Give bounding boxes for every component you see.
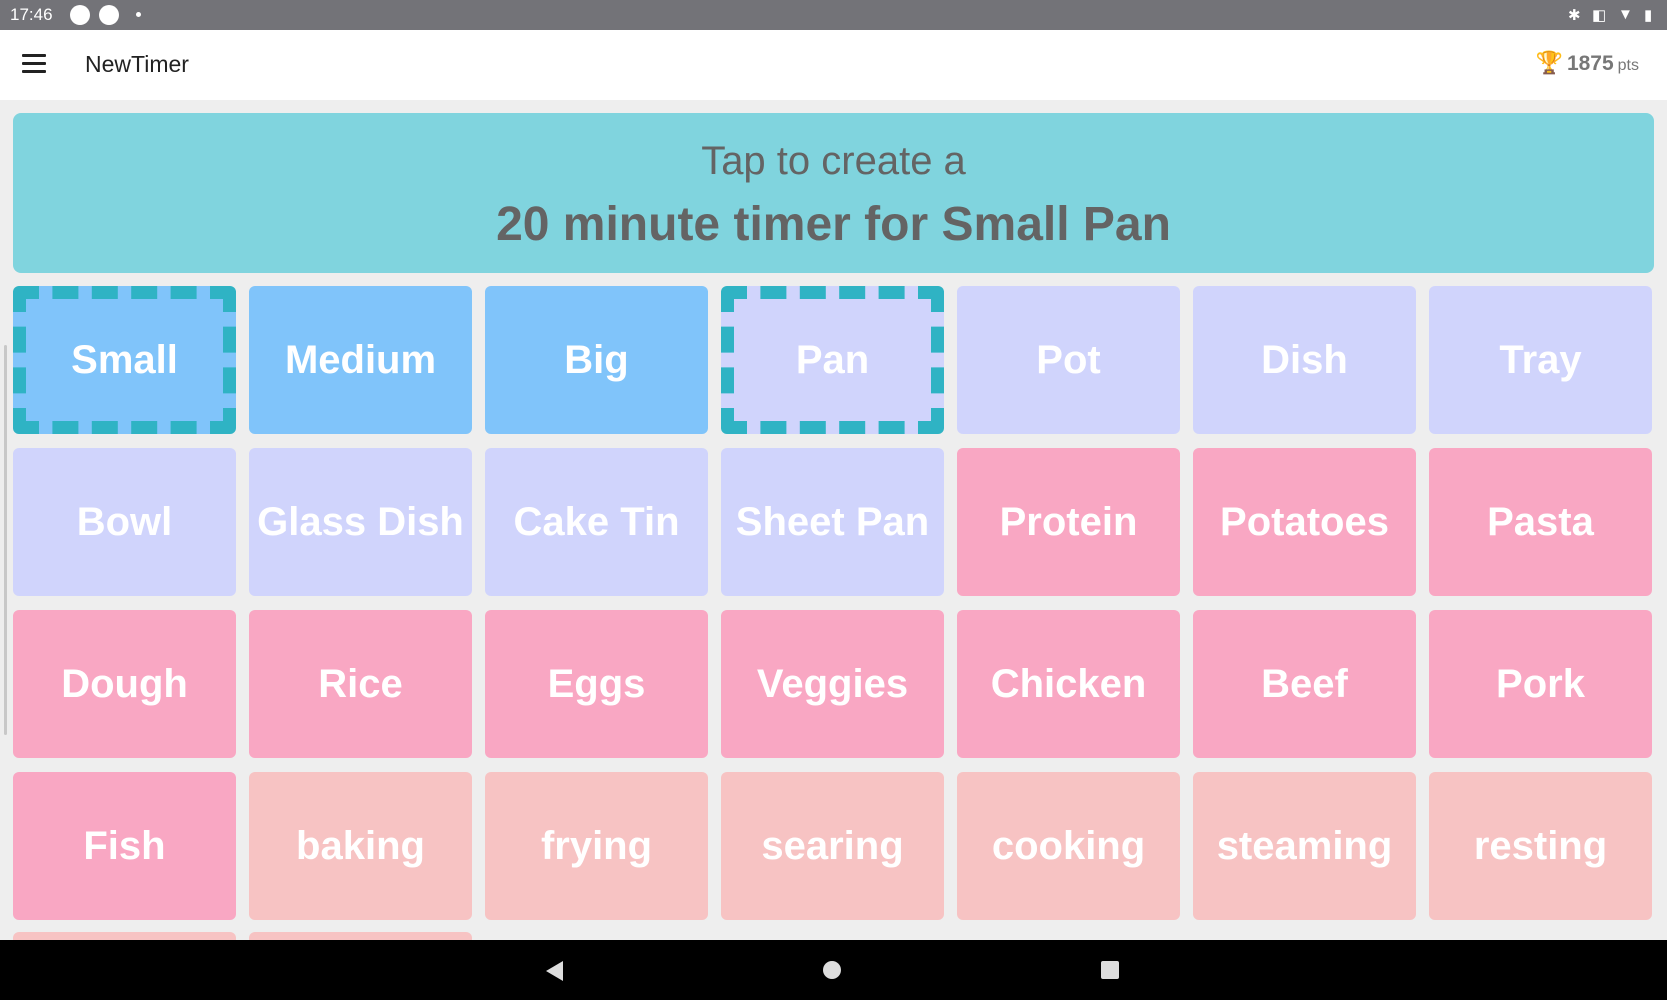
tile-potatoes[interactable]: Potatoes (1193, 448, 1416, 596)
tile-label: Glass Dish (257, 499, 464, 544)
hamburger-menu-icon[interactable] (22, 54, 46, 74)
tile-label: Pan (795, 337, 870, 382)
points-value: 1875 (1566, 52, 1614, 75)
points-unit: pts (1617, 57, 1639, 74)
tile-resting[interactable]: resting (1429, 772, 1652, 920)
tile-dough[interactable]: Dough (13, 610, 236, 758)
notification-app-icon (70, 5, 90, 25)
tile-beef[interactable]: Beef (1193, 610, 1416, 758)
next-row-tile-peek (249, 932, 472, 940)
tile-baking[interactable]: baking (249, 772, 472, 920)
tile-label: cooking (991, 823, 1146, 868)
tile-label: Tray (1499, 337, 1582, 382)
points-display: 🏆 1875 pts (1536, 50, 1639, 76)
tile-pork[interactable]: Pork (1429, 610, 1652, 758)
square-recents-icon[interactable] (1101, 961, 1119, 979)
tile-label: Bowl (76, 499, 173, 544)
tile-frying[interactable]: frying (485, 772, 708, 920)
tile-label: Rice (318, 661, 403, 706)
tile-pasta[interactable]: Pasta (1429, 448, 1652, 596)
app-bar: NewTimer 🏆 1875 pts (0, 30, 1667, 100)
wifi-icon: ▼ (1618, 6, 1633, 23)
tile-label: Medium (284, 337, 437, 382)
banner-line-1: Tap to create a (701, 139, 966, 183)
triangle-back-icon[interactable] (546, 961, 563, 981)
tile-dish[interactable]: Dish (1193, 286, 1416, 434)
tile-eggs[interactable]: Eggs (485, 610, 708, 758)
banner-line-2: 20 minute timer for Small Pan (496, 198, 1171, 251)
tile-big[interactable]: Big (485, 286, 708, 434)
tile-label: frying (540, 823, 653, 868)
tile-label: Fish (83, 823, 166, 868)
tile-glass-dish[interactable]: Glass Dish (249, 448, 472, 596)
tile-pan[interactable]: Pan (721, 286, 944, 434)
tile-label: Dish (1261, 337, 1348, 382)
create-timer-banner[interactable]: Tap to create a 20 minute timer for Smal… (13, 113, 1654, 273)
tile-tray[interactable]: Tray (1429, 286, 1652, 434)
app-title: NewTimer (85, 51, 189, 77)
tile-label: Eggs (547, 661, 646, 706)
tile-label: Big (564, 337, 629, 382)
tile-label: Sheet Pan (735, 499, 930, 544)
tile-label: Chicken (990, 661, 1147, 706)
tile-label: resting (1473, 823, 1608, 868)
tile-cake-tin[interactable]: Cake Tin (485, 448, 708, 596)
vibrate-icon: ◧ (1592, 7, 1607, 24)
tile-label: Protein (999, 499, 1138, 544)
tile-protein[interactable]: Protein (957, 448, 1180, 596)
status-bar: 17:46 ✱ ◧ ▼ ▮ (0, 0, 1667, 30)
circle-home-icon[interactable] (823, 961, 841, 979)
tile-chicken[interactable]: Chicken (957, 610, 1180, 758)
trophy-icon: 🏆 (1535, 50, 1563, 75)
status-time: 17:46 (10, 5, 53, 24)
tile-label: Small (71, 337, 178, 382)
tile-fish[interactable]: Fish (13, 772, 236, 920)
tile-pot[interactable]: Pot (957, 286, 1180, 434)
notification-dot-icon (136, 12, 141, 17)
tile-label: Potatoes (1220, 499, 1389, 544)
tile-label: baking (296, 823, 425, 868)
tile-label: Pot (1036, 337, 1101, 382)
tile-bowl[interactable]: Bowl (13, 448, 236, 596)
tile-small[interactable]: Small (13, 286, 236, 434)
tile-medium[interactable]: Medium (249, 286, 472, 434)
tile-label: Cake Tin (513, 499, 680, 544)
bluetooth-icon: ✱ (1568, 7, 1581, 24)
tile-rice[interactable]: Rice (249, 610, 472, 758)
next-row-tile-peek (13, 932, 236, 940)
tile-cooking[interactable]: cooking (957, 772, 1180, 920)
navigation-bar (0, 940, 1667, 1000)
tile-label: searing (761, 823, 904, 868)
battery-icon: ▮ (1644, 7, 1653, 24)
tile-steaming[interactable]: steaming (1193, 772, 1416, 920)
tile-label: Dough (61, 661, 188, 706)
tile-searing[interactable]: searing (721, 772, 944, 920)
notification-download-icon (99, 5, 119, 25)
tile-veggies[interactable]: Veggies (721, 610, 944, 758)
tile-label: steaming (1216, 823, 1393, 868)
scroll-indicator (4, 345, 7, 735)
tile-label: Pasta (1487, 499, 1594, 544)
tile-label: Beef (1261, 661, 1348, 706)
tile-label: Pork (1496, 661, 1585, 706)
tile-sheet-pan[interactable]: Sheet Pan (721, 448, 944, 596)
tile-label: Veggies (756, 661, 909, 706)
